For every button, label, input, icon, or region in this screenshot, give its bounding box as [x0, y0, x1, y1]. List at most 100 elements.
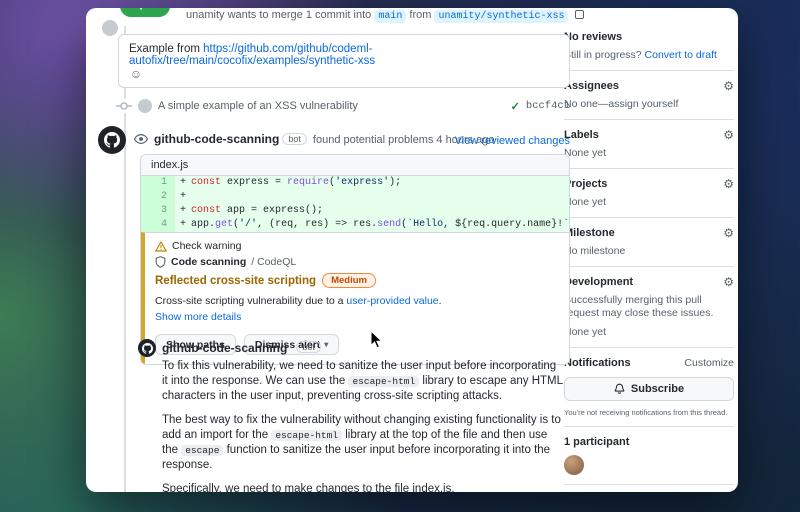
subscribe-button[interactable]: Subscribe	[564, 377, 734, 401]
add-reaction-button[interactable]: ☺	[127, 66, 145, 82]
participants-title: 1 participant	[564, 436, 630, 448]
bot-avatar[interactable]	[98, 126, 126, 154]
commit-sha-link[interactable]: bccf4c1	[526, 100, 570, 112]
notifications-title: Notifications	[564, 357, 631, 369]
inline-code: escape	[181, 445, 224, 456]
alert-description: Cross-site scripting vulnerability due t…	[155, 295, 559, 307]
pr-sidebar: No reviews Still in progress? Convert to…	[564, 22, 734, 492]
diff-code: app.get('/', (req, res) => res.send(`Hel…	[191, 219, 570, 230]
merge-summary-from: from	[409, 9, 432, 21]
projects-gear-icon[interactable]: ⚙	[723, 178, 734, 190]
assignees-gear-icon[interactable]: ⚙	[723, 80, 734, 92]
participant-avatar[interactable]	[564, 455, 584, 475]
alert-description-period: .	[438, 295, 442, 307]
bot-comment-header: github-code-scanning bot	[138, 339, 324, 357]
alert-title[interactable]: Reflected cross-site scripting	[155, 275, 316, 287]
diff-line: 1 + const express = require('express');	[141, 176, 569, 190]
head-branch-link[interactable]: unamity/synthetic-xss	[434, 10, 569, 23]
customize-link[interactable]: Customize	[684, 357, 734, 369]
labels-empty: None yet	[564, 147, 607, 159]
development-section: Development ⚙ Successfully merging this …	[564, 267, 734, 348]
development-empty: None yet	[564, 326, 607, 338]
pr-description-comment: Example from https://github.com/github/c…	[118, 34, 570, 88]
pr-timeline-column: Open unamity wants to merge 1 commit int…	[98, 8, 584, 492]
diff-line-number[interactable]: 1	[141, 176, 175, 190]
merge-summary: unamity wants to merge 1 commit into mai…	[186, 9, 584, 23]
bot-badge: bot	[282, 133, 307, 145]
base-branch-link[interactable]: main	[374, 10, 407, 23]
diff-card: index.js 1 + const express = require('expr…	[140, 154, 570, 365]
diff-add-marker: +	[179, 191, 186, 202]
check-warning-row: Check warning	[155, 240, 559, 252]
bot-avatar-small[interactable]	[138, 339, 156, 357]
projects-empty: None yet	[564, 196, 607, 208]
diff-add-marker: +	[179, 177, 186, 188]
bot-comment-body: To fix this vulnerability, we need to sa…	[162, 359, 564, 492]
inline-code: escape-html	[271, 430, 343, 441]
tool-name[interactable]: Code scanning	[171, 256, 246, 268]
bell-icon	[614, 383, 625, 394]
diff-lines: 1 + const express = require('express'); 2 +3…	[141, 176, 569, 232]
check-warning-label: Check warning	[172, 240, 242, 252]
alert-title-row: Reflected cross-site scripting Medium	[155, 273, 559, 289]
copy-branch-icon[interactable]	[574, 10, 584, 19]
github-octocat-icon	[141, 342, 153, 354]
alert-description-text: Cross-site scripting vulnerability due t…	[155, 295, 347, 307]
merge-summary-text: unamity wants to merge 1 commit into	[186, 9, 372, 21]
reviews-title: No reviews	[564, 31, 623, 43]
labels-gear-icon[interactable]: ⚙	[723, 129, 734, 141]
tool-suffix: / CodeQL	[251, 256, 297, 268]
notifications-note: You're not receiving notifications from …	[564, 408, 728, 417]
diff-line-number[interactable]: 4	[141, 218, 175, 232]
bot-name-link[interactable]: github-code-scanning	[154, 132, 279, 146]
projects-title: Projects	[564, 178, 608, 190]
milestone-section: Milestone ⚙ No milestone	[564, 218, 734, 267]
git-commit-icon	[116, 99, 132, 113]
review-event-header: github-code-scanning bot found potential …	[154, 132, 495, 146]
github-pr-window: Open unamity wants to merge 1 commit int…	[86, 8, 738, 492]
show-more-details-link[interactable]: Show more details	[155, 311, 241, 323]
assignees-title: Assignees	[564, 80, 620, 92]
notifications-section: Notifications Customize Subscribe You're…	[564, 348, 734, 427]
diff-line: 3 + const app = express();	[141, 204, 569, 218]
tool-row: Code scanning / CodeQL	[155, 256, 559, 268]
commit-author-avatar[interactable]	[138, 99, 152, 113]
author-avatar[interactable]	[102, 20, 118, 36]
development-title: Development	[564, 276, 634, 288]
diff-line: 4 + app.get('/', (req, res) => res.send(`H…	[141, 218, 569, 232]
commit-message[interactable]: A simple example of an XSS vulnerability	[158, 100, 505, 112]
lock-section: Lock conversation	[564, 485, 734, 492]
commit-check-icon[interactable]: ✓	[511, 100, 520, 113]
user-provided-value-link[interactable]: user-provided value	[346, 295, 438, 307]
commit-row: A simple example of an XSS vulnerability…	[116, 98, 570, 114]
development-gear-icon[interactable]: ⚙	[723, 276, 734, 288]
assignees-section: Assignees ⚙ No one—assign yourself	[564, 71, 734, 120]
diff-add-marker: +	[179, 205, 186, 216]
milestone-gear-icon[interactable]: ⚙	[723, 227, 734, 239]
github-octocat-icon	[104, 132, 120, 148]
diff-add-marker: +	[179, 219, 186, 230]
diff-line-number[interactable]: 2	[141, 190, 175, 204]
participants-section: 1 participant	[564, 427, 734, 485]
shield-icon	[155, 256, 166, 268]
diff-code: const app = express();	[191, 205, 324, 216]
bot-name-link[interactable]: github-code-scanning	[162, 341, 287, 355]
pr-state-badge: Open	[120, 8, 171, 17]
diff-line-number[interactable]: 3	[141, 204, 175, 218]
bot-badge: bot	[296, 341, 321, 353]
diff-line: 2 +	[141, 190, 569, 204]
convert-to-draft-link[interactable]: Convert to draft	[645, 49, 717, 61]
reviews-hint: Still in progress? Convert to draft	[564, 49, 734, 61]
caret-down-icon: ▾	[324, 340, 329, 349]
milestone-empty: No milestone	[564, 245, 626, 257]
assignees-empty[interactable]: No one—assign yourself	[564, 98, 734, 110]
diff-filename[interactable]: index.js	[141, 155, 569, 176]
milestone-title: Milestone	[564, 227, 615, 239]
warning-triangle-icon	[155, 240, 167, 252]
desktop-background: Open unamity wants to merge 1 commit int…	[0, 0, 800, 512]
reviews-section: No reviews Still in progress? Convert to…	[564, 22, 734, 71]
description-text: Example from	[129, 43, 204, 55]
view-reviewed-changes-link[interactable]: View reviewed changes	[455, 135, 570, 147]
diff-code: const express = require('express');	[191, 177, 402, 188]
reviews-hint-text: Still in progress?	[564, 49, 645, 61]
